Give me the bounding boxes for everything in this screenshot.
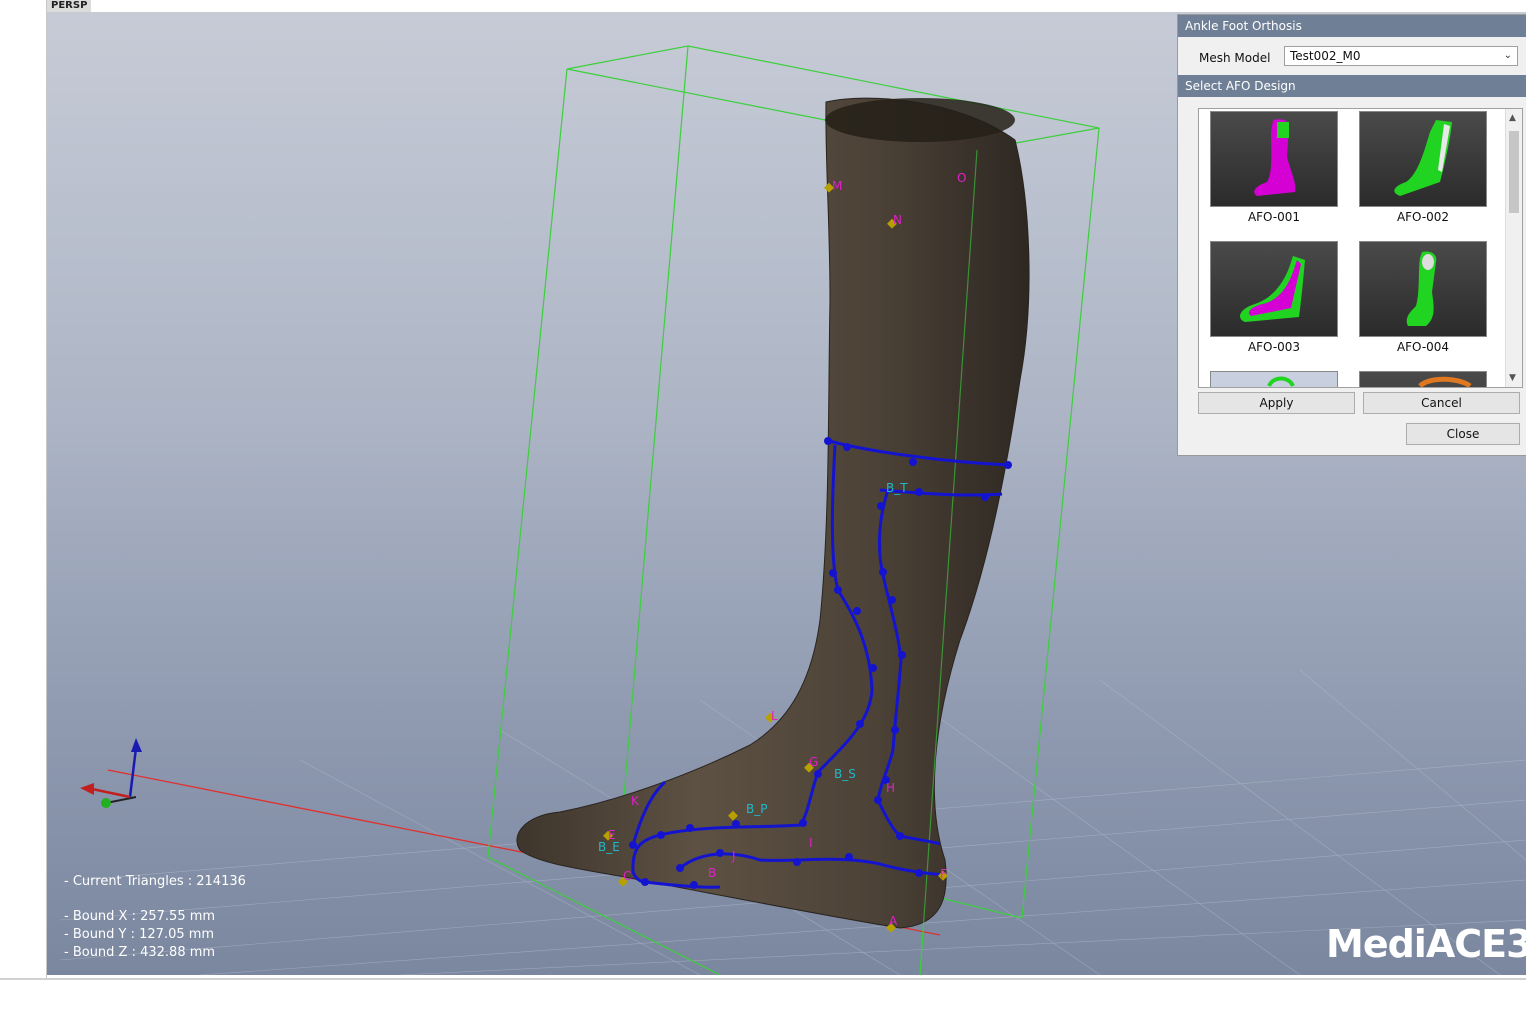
svg-text:B_E: B_E [598,840,620,854]
scroll-up-icon[interactable]: ▲ [1509,113,1516,123]
afo-004-thumbnail[interactable] [1359,241,1487,337]
svg-text:I: I [809,836,813,850]
left-side-panel [0,0,47,978]
afo-002-thumbnail[interactable] [1359,111,1487,207]
afo-panel: Ankle Foot Orthosis Mesh Model Test002_M… [1177,14,1526,456]
afo-003-label: AFO-003 [1247,340,1301,354]
afo-design-5-partial[interactable] [1210,371,1338,387]
mesh-model-value: Test002_M0 [1290,49,1361,63]
afo-design-1[interactable]: AFO-001 [1210,111,1338,224]
afo-005-thumbnail[interactable] [1210,371,1338,387]
view-mode-label[interactable]: PERSP [47,0,92,12]
bound-z: - Bound Z : 432.88 mm [64,945,216,960]
afo-004-label: AFO-004 [1396,340,1450,354]
svg-text:B_T: B_T [886,481,908,495]
svg-text:F: F [940,867,947,881]
panel-title: Ankle Foot Orthosis [1178,15,1526,37]
svg-text:B_S: B_S [834,767,856,781]
triangle-count: - Current Triangles : 214136 [64,874,246,889]
svg-text:N: N [893,213,902,227]
svg-text:L: L [771,709,778,723]
afo-design-gallery[interactable]: AFO-001 AFO-002 AFO-003 AFO-004 ▲ ▼ [1198,108,1523,388]
scroll-down-icon[interactable]: ▼ [1509,373,1516,383]
svg-text:J: J [731,849,736,863]
svg-text:O: O [957,171,966,185]
afo-design-4[interactable]: AFO-004 [1359,241,1487,354]
svg-text:B: B [708,866,716,880]
mesh-model-select[interactable]: Test002_M0 ⌄ [1284,46,1518,66]
afo-002-label: AFO-002 [1396,210,1450,224]
axis-gizmo-icon [80,738,142,808]
bound-y: - Bound Y : 127.05 mm [64,927,215,942]
cancel-button[interactable]: Cancel [1363,392,1520,414]
bound-x: - Bound X : 257.55 mm [64,909,216,924]
gallery-scrollbar[interactable]: ▲ ▼ [1505,109,1522,387]
mediace3d-logo: MediACE3D [1326,922,1526,966]
afo-design-6-partial[interactable] [1359,371,1487,387]
status-divider [0,978,1526,980]
svg-text:B_P: B_P [746,802,767,816]
afo-006-thumbnail[interactable] [1359,371,1487,387]
mesh-model-row: Mesh Model Test002_M0 ⌄ [1178,37,1526,75]
svg-text:G: G [809,755,818,769]
chevron-down-icon[interactable]: ⌄ [1504,47,1512,65]
apply-button[interactable]: Apply [1198,392,1355,414]
afo-003-thumbnail[interactable] [1210,241,1338,337]
afo-design-3[interactable]: AFO-003 [1210,241,1338,354]
svg-text:A: A [889,914,898,928]
svg-text:H: H [886,781,895,795]
afo-001-thumbnail[interactable] [1210,111,1338,207]
svg-text:K: K [631,794,640,808]
afo-design-2[interactable]: AFO-002 [1359,111,1487,224]
mesh-model-label: Mesh Model [1199,51,1271,65]
scroll-thumb[interactable] [1509,131,1519,213]
svg-text:M: M [832,179,842,193]
svg-text:C: C [623,869,631,883]
afo-001-label: AFO-001 [1247,210,1301,224]
close-button[interactable]: Close [1406,423,1520,445]
section-title: Select AFO Design [1178,75,1526,97]
